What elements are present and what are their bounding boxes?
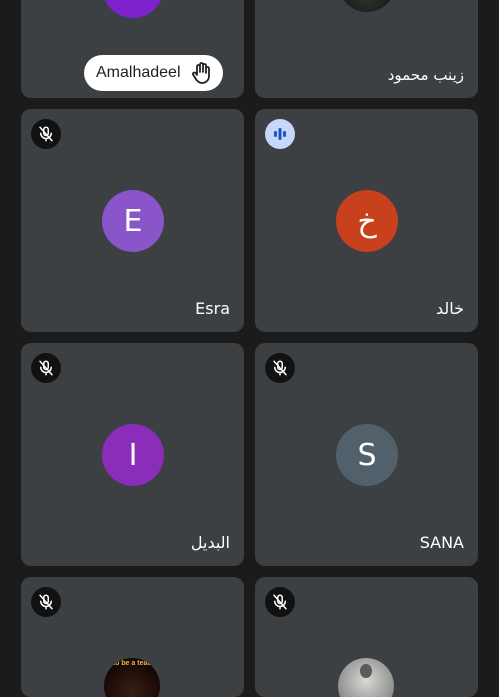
avatar-initial: E bbox=[123, 203, 143, 239]
participant-photo: to be a teac bbox=[104, 658, 160, 697]
participant-name: Esra bbox=[195, 299, 230, 318]
participant-avatar bbox=[102, 0, 164, 18]
participant-name: البديل bbox=[190, 533, 230, 552]
participant-tile-khalid[interactable]: خ خالد bbox=[255, 109, 478, 332]
mic-off-icon bbox=[265, 353, 295, 383]
participant-tile-esra[interactable]: E Esra bbox=[21, 109, 244, 332]
avatar-initial: I bbox=[128, 437, 138, 473]
participant-tile-amalhadeel[interactable]: Amalhadeel bbox=[21, 0, 244, 98]
participant-tile-sana[interactable]: S SANA bbox=[255, 343, 478, 566]
mic-off-icon bbox=[31, 353, 61, 383]
participant-photo bbox=[338, 658, 394, 697]
participant-photo bbox=[338, 0, 396, 12]
raised-hand-icon bbox=[191, 61, 213, 85]
participant-avatar: E bbox=[102, 190, 164, 252]
participant-name: Amalhadeel bbox=[96, 64, 181, 81]
mic-off-icon bbox=[31, 587, 61, 617]
participant-tile-7[interactable]: to be a teac bbox=[21, 577, 244, 697]
participant-avatar: S bbox=[336, 424, 398, 486]
participant-name: خالد bbox=[435, 299, 464, 318]
participant-name: SANA bbox=[419, 533, 464, 552]
mic-off-icon bbox=[31, 119, 61, 149]
audio-level-icon bbox=[265, 119, 295, 149]
participant-tile-8[interactable] bbox=[255, 577, 478, 697]
participant-avatar: خ bbox=[336, 190, 398, 252]
avatar-initial: خ bbox=[357, 203, 377, 239]
participant-tile-albadeel[interactable]: I البديل bbox=[21, 343, 244, 566]
participant-tile-zainab[interactable]: زينب محمود bbox=[255, 0, 478, 98]
mic-off-icon bbox=[265, 587, 295, 617]
avatar-initial: S bbox=[357, 437, 377, 473]
photo-text: to be a teac bbox=[112, 660, 152, 667]
raised-hand-chip: Amalhadeel bbox=[84, 55, 223, 91]
participant-avatar: I bbox=[102, 424, 164, 486]
participant-name: زينب محمود bbox=[387, 66, 464, 84]
